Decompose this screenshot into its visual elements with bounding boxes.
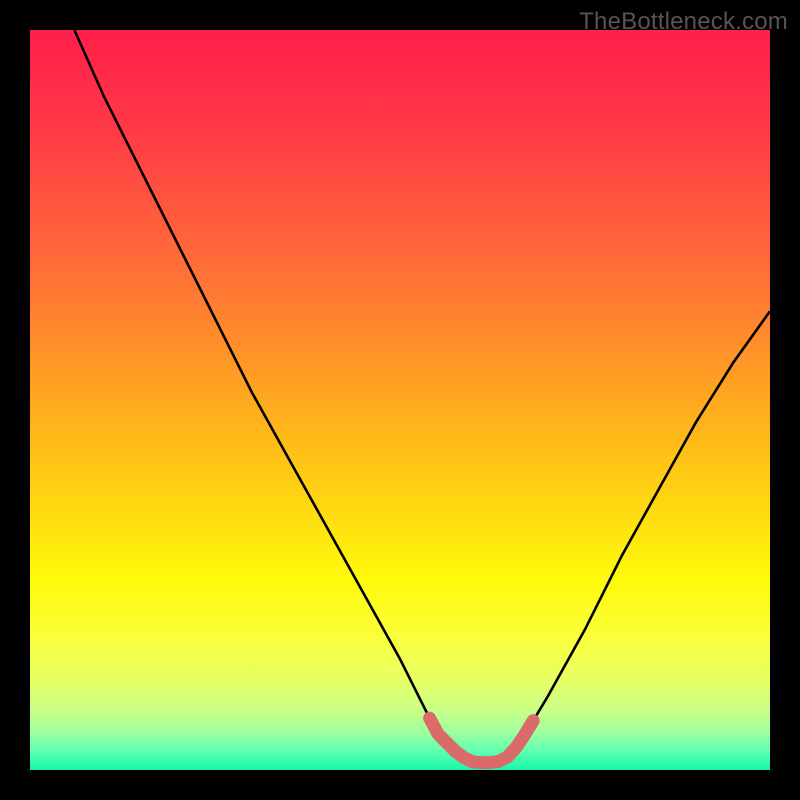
chart-svg [30, 30, 770, 770]
watermark-text: TheBottleneck.com [579, 8, 788, 36]
chart-frame: TheBottleneck.com [0, 0, 800, 800]
plot-area [30, 30, 770, 770]
